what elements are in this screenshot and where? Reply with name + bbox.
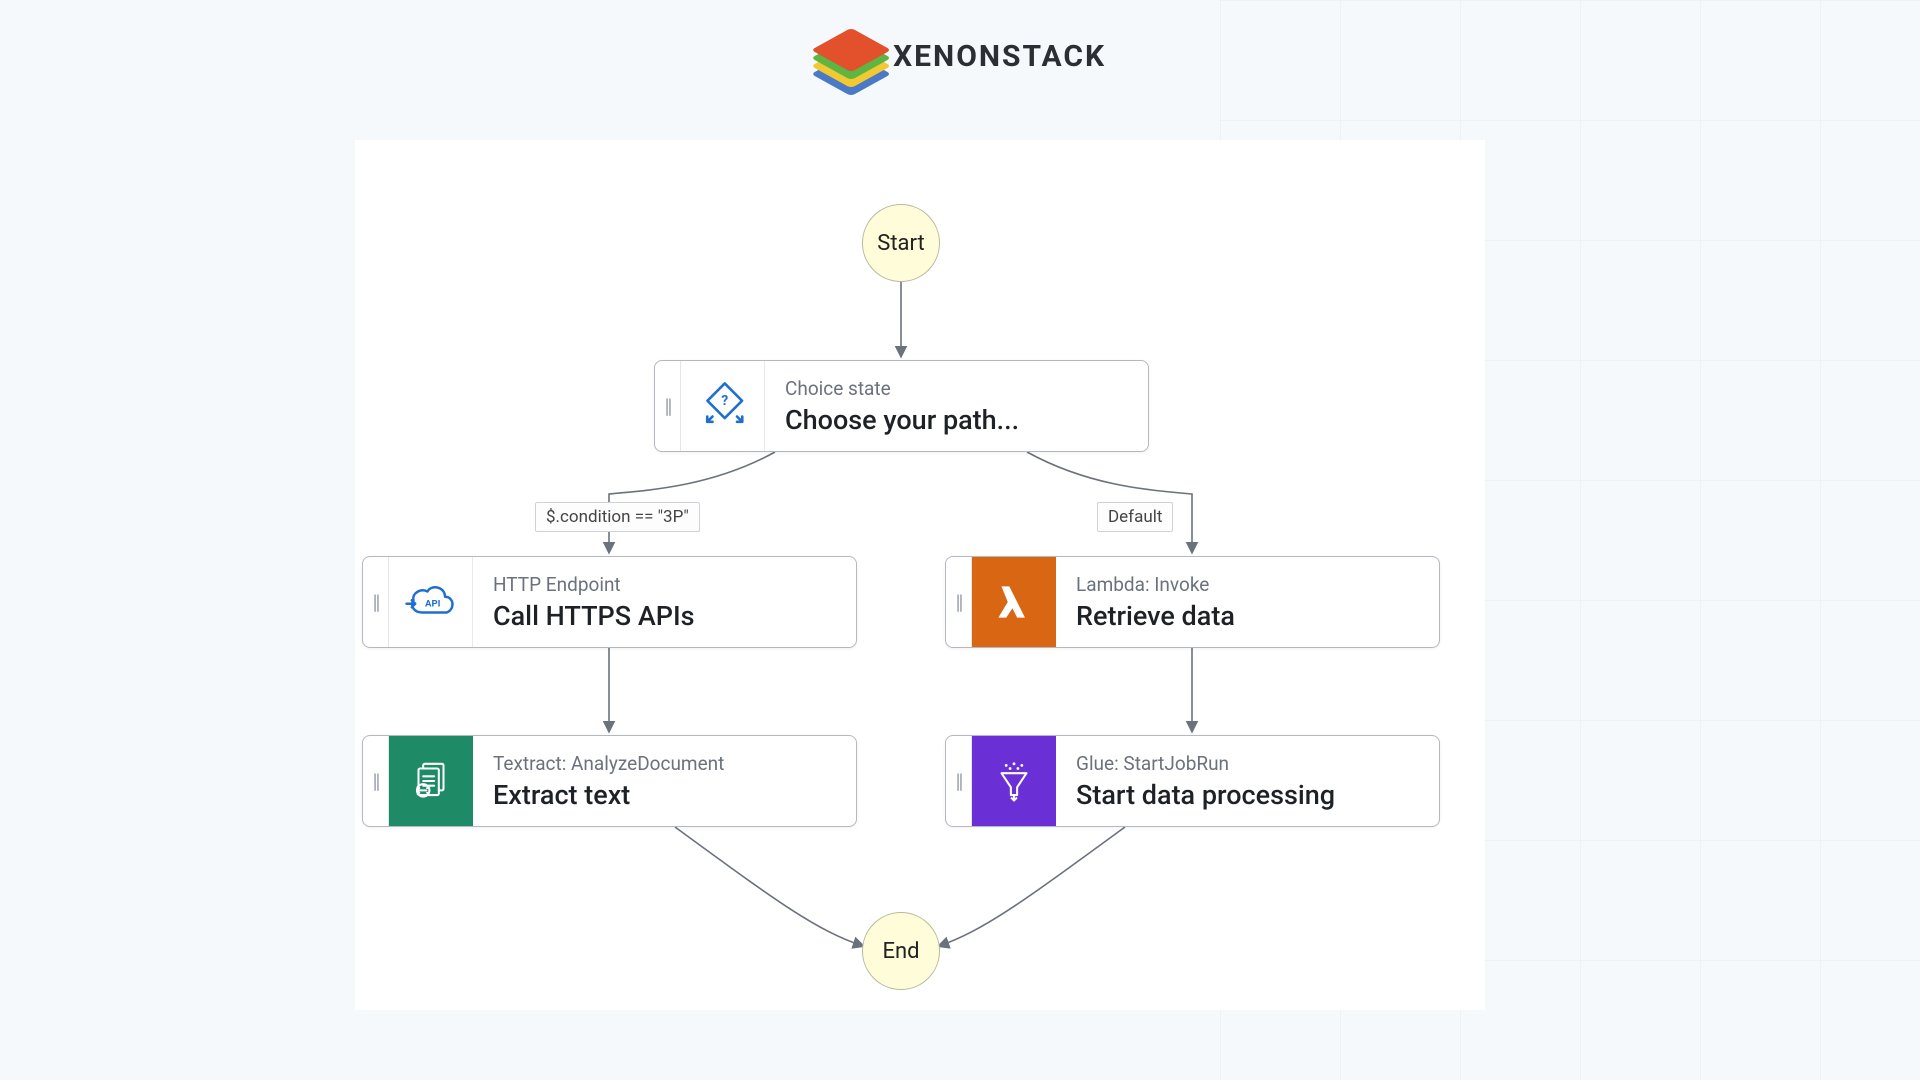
- svg-text:?: ?: [721, 393, 728, 409]
- lambda-invoke-node[interactable]: || Lambda: Invoke Retrieve data: [945, 556, 1440, 648]
- branch-condition-default: Default: [1097, 502, 1173, 532]
- textract-type-label: Textract: AnalyzeDocument: [493, 752, 724, 775]
- http-endpoint-node[interactable]: || API HTTP Endpoint Call HTTPS APIs: [362, 556, 857, 648]
- lambda-icon: [972, 557, 1056, 647]
- drag-handle-icon[interactable]: ||: [946, 557, 972, 647]
- choice-title: Choose your path...: [785, 404, 1019, 436]
- glue-node[interactable]: || Glue: StartJobRun Start data processi…: [945, 735, 1440, 827]
- http-title: Call HTTPS APIs: [493, 600, 695, 632]
- lambda-title: Retrieve data: [1076, 600, 1235, 632]
- api-cloud-icon: API: [389, 557, 473, 647]
- brand-logo: XENONSTACK: [825, 30, 1106, 82]
- lambda-type-label: Lambda: Invoke: [1076, 573, 1235, 596]
- start-node[interactable]: Start: [862, 204, 940, 282]
- choice-type-label: Choice state: [785, 377, 1019, 400]
- brand-name: XENONSTACK: [893, 39, 1106, 74]
- drag-handle-icon[interactable]: ||: [655, 361, 681, 451]
- glue-type-label: Glue: StartJobRun: [1076, 752, 1335, 775]
- http-type-label: HTTP Endpoint: [493, 573, 695, 596]
- textract-icon: [389, 736, 473, 826]
- drag-handle-icon[interactable]: ||: [363, 736, 389, 826]
- choice-diamond-icon: ?: [681, 361, 765, 451]
- end-label: End: [882, 939, 919, 964]
- textract-node[interactable]: || Textract: AnalyzeDocument Extract tex…: [362, 735, 857, 827]
- choice-state-node[interactable]: || ? Choice state Choose your path...: [654, 360, 1149, 452]
- brand-logo-icon: [825, 30, 877, 82]
- glue-funnel-icon: [972, 736, 1056, 826]
- start-label: Start: [877, 231, 924, 256]
- svg-text:API: API: [425, 598, 441, 609]
- end-node[interactable]: End: [862, 912, 940, 990]
- drag-handle-icon[interactable]: ||: [363, 557, 389, 647]
- textract-title: Extract text: [493, 779, 724, 811]
- branch-condition-left: $.condition == "3P": [535, 502, 700, 532]
- diagram-canvas: Start || ? Choice state Choose your path…: [355, 140, 1485, 1010]
- drag-handle-icon[interactable]: ||: [946, 736, 972, 826]
- glue-title: Start data processing: [1076, 779, 1335, 811]
